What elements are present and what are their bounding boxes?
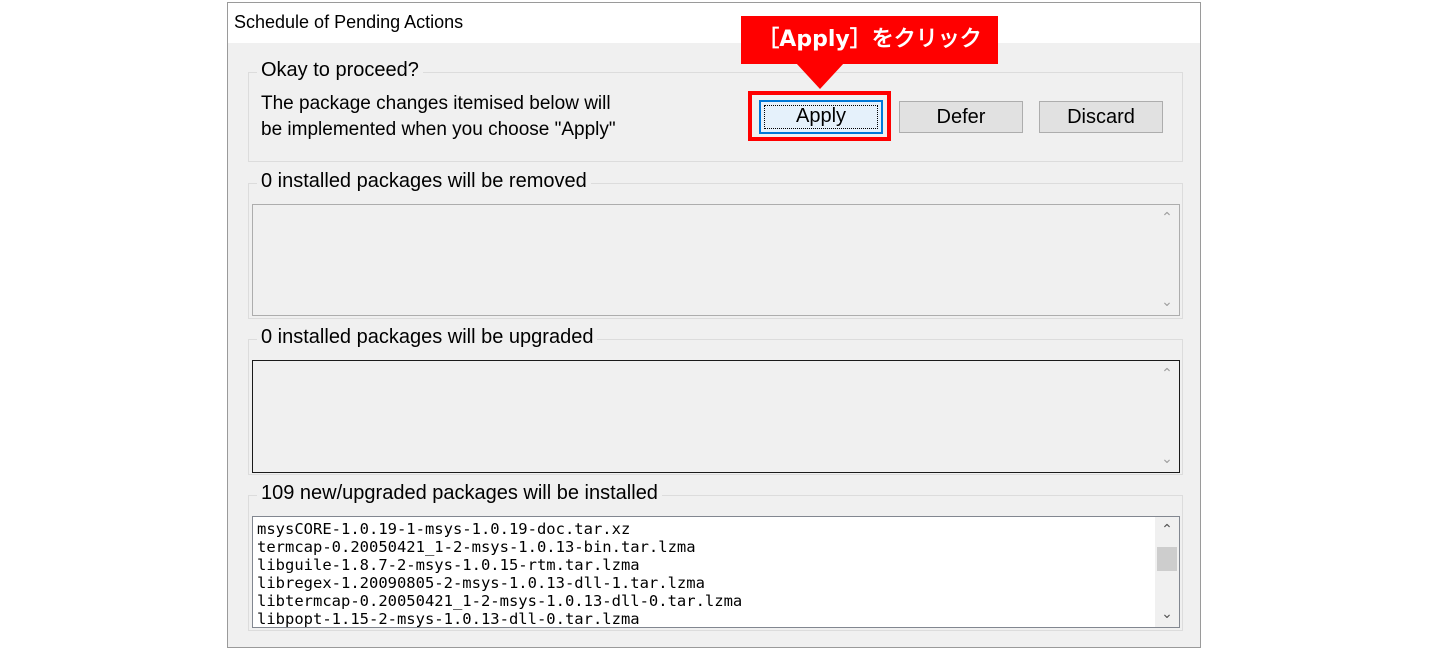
pending-actions-dialog: Schedule of Pending Actions Okay to proc… <box>227 2 1201 648</box>
apply-callout: ［Apply］をクリック <box>741 16 998 64</box>
callout-pointer <box>796 63 844 89</box>
upgraded-group-title: 0 installed packages will be upgraded <box>257 326 598 349</box>
scroll-thumb[interactable] <box>1157 547 1177 571</box>
installed-packages-list[interactable]: msysCORE-1.0.19-1-msys-1.0.19-doc.tar.xz… <box>252 516 1180 628</box>
list-item[interactable]: termcap-0.20050421_1-2-msys-1.0.13-bin.t… <box>257 538 742 556</box>
title-bar[interactable]: Schedule of Pending Actions <box>228 3 1200 43</box>
chevron-up-icon[interactable]: ⌃ <box>1155 519 1179 541</box>
installed-group: 109 new/upgraded packages will be instal… <box>248 482 1183 631</box>
removed-group: 0 installed packages will be removed ⌃ ⌄ <box>248 170 1183 319</box>
chevron-up-icon[interactable]: ⌃ <box>1155 363 1179 385</box>
removed-packages-list[interactable]: ⌃ ⌄ <box>252 204 1180 316</box>
list-item[interactable]: libguile-1.8.7-2-msys-1.0.15-rtm.tar.lzm… <box>257 556 742 574</box>
list-item[interactable]: msysCORE-1.0.19-1-msys-1.0.19-doc.tar.xz <box>257 520 742 538</box>
removed-list-scrollbar[interactable]: ⌃ ⌄ <box>1155 205 1179 315</box>
apply-button-label: Apply <box>795 105 847 127</box>
upgraded-group: 0 installed packages will be upgraded ⌃ … <box>248 326 1183 475</box>
apply-button[interactable]: Apply <box>759 100 883 134</box>
proceed-description-line-2: be implemented when you choose "Apply" <box>261 119 616 140</box>
chevron-down-icon[interactable]: ⌄ <box>1155 603 1179 625</box>
removed-group-title: 0 installed packages will be removed <box>257 170 591 193</box>
defer-button[interactable]: Defer <box>899 101 1023 133</box>
list-item[interactable]: libregex-1.20090805-2-msys-1.0.13-dll-1.… <box>257 574 742 592</box>
installed-list-scrollbar[interactable]: ⌃ ⌄ <box>1155 517 1179 627</box>
chevron-up-icon[interactable]: ⌃ <box>1155 207 1179 229</box>
discard-button-label: Discard <box>1067 106 1135 128</box>
installed-group-title: 109 new/upgraded packages will be instal… <box>257 482 662 505</box>
installed-package-items: msysCORE-1.0.19-1-msys-1.0.19-doc.tar.xz… <box>257 520 742 628</box>
window-title: Schedule of Pending Actions <box>234 12 464 32</box>
chevron-down-icon[interactable]: ⌄ <box>1155 291 1179 313</box>
proceed-description-line-1: The package changes itemised below will <box>261 93 611 114</box>
chevron-down-icon[interactable]: ⌄ <box>1155 448 1179 470</box>
proceed-group: Okay to proceed? The package changes ite… <box>248 59 1183 162</box>
upgraded-packages-list[interactable]: ⌃ ⌄ <box>252 360 1180 473</box>
discard-button[interactable]: Discard <box>1039 101 1163 133</box>
list-item[interactable]: libtermcap-0.20050421_1-2-msys-1.0.13-dl… <box>257 592 742 610</box>
upgraded-list-scrollbar[interactable]: ⌃ ⌄ <box>1155 361 1179 472</box>
proceed-group-title: Okay to proceed? <box>257 59 423 82</box>
list-item[interactable]: libpopt-1.15-2-msys-1.0.13-dll-0.tar.lzm… <box>257 610 742 628</box>
defer-button-label: Defer <box>936 106 986 128</box>
proceed-description: The package changes itemised below will … <box>261 91 616 143</box>
